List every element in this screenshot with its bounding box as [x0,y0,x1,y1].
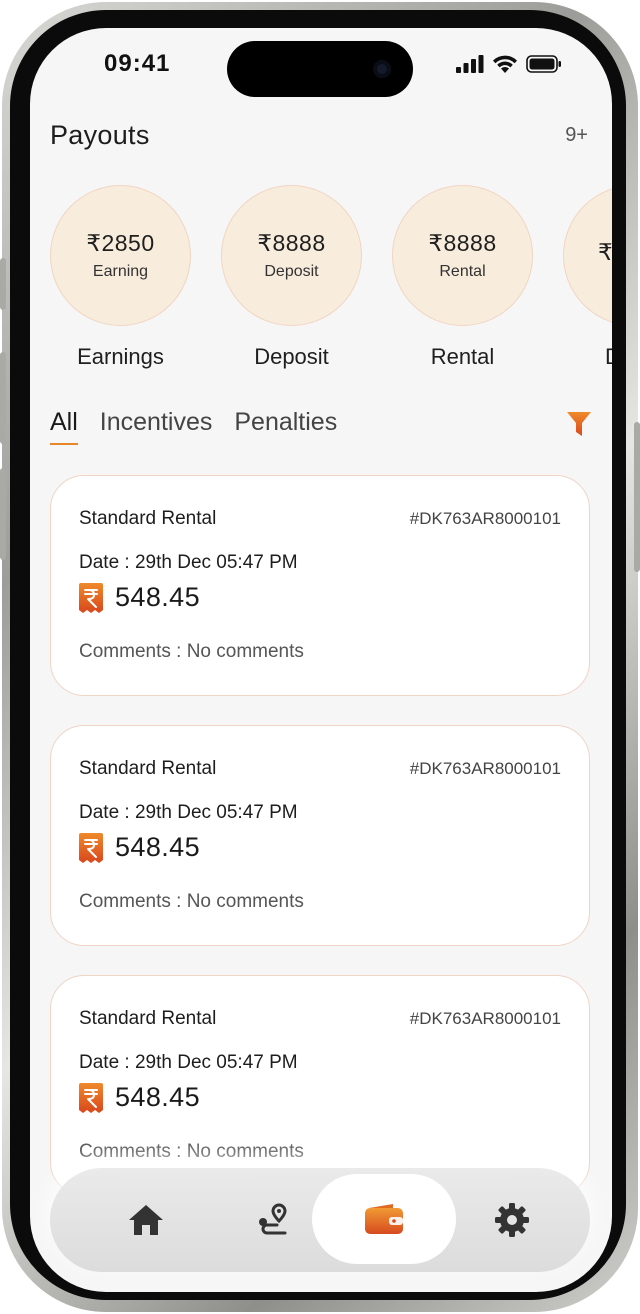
payout-date: Date : 29th Dec 05:47 PM [79,1052,298,1073]
payout-amount: 548.45 [115,582,200,612]
payout-comments: Comments : No comments [79,1141,304,1162]
signal-icon [456,54,484,73]
filter-icon[interactable] [566,410,592,438]
summary-amount: ₹ [598,239,612,265]
home-icon [129,1205,163,1235]
route-icon [259,1203,287,1235]
camera-icon [373,60,391,78]
summary-rental[interactable]: ₹8888 Rental Rental [392,185,533,370]
summary-deposit[interactable]: ₹8888 Deposit Deposit [221,185,362,370]
payout-title: Standard Rental [79,758,217,779]
summary-circle[interactable]: ₹ [563,185,612,326]
payout-comments: Comments : No comments [79,891,304,912]
payout-card[interactable]: Standard Rental #DK763AR8000101 Date : 2… [50,475,590,696]
summary-amount: ₹8888 [257,230,326,256]
payout-tabs: All Incentives Penalties [50,408,337,445]
summary-circle[interactable]: ₹8888 Deposit [221,185,362,326]
rupee-receipt-icon [79,1082,103,1113]
tab-penalties[interactable]: Penalties [234,408,337,443]
summary-sublabel: Deposit [264,263,319,280]
gear-icon [495,1203,529,1237]
screen: 09:41 Payouts 9+ ₹2850 Earning Earnings … [30,28,612,1292]
summary-circle[interactable]: ₹8888 Rental [392,185,533,326]
summary-sublabel: Rental [439,263,486,280]
summary-label: D [563,344,612,370]
tab-incentives[interactable]: Incentives [100,408,213,443]
notification-count[interactable]: 9+ [565,124,588,147]
payout-amount-row: 548.45 [79,832,200,863]
summary-sublabel: Earning [92,263,149,280]
summary-carousel[interactable]: ₹2850 Earning Earnings ₹8888 Deposit Dep… [50,185,612,370]
phone-side-button [0,352,6,444]
page-title: Payouts [50,120,150,150]
payout-comments: Comments : No comments [79,641,304,662]
payout-title: Standard Rental [79,508,217,529]
summary-label: Deposit [254,344,329,369]
nav-home[interactable] [82,1168,210,1272]
dynamic-island [227,41,413,97]
phone-side-button [634,422,640,572]
battery-icon [526,54,561,73]
nav-wallet[interactable] [312,1174,456,1264]
payout-amount: 548.45 [115,832,200,862]
summary-label: Rental [430,344,495,369]
summary-circle[interactable]: ₹2850 Earning [50,185,191,326]
payout-date: Date : 29th Dec 05:47 PM [79,552,298,573]
payout-amount-row: 548.45 [79,582,200,613]
payout-id: #DK763AR8000101 [409,509,561,528]
payout-title: Standard Rental [79,1008,217,1029]
tab-all[interactable]: All [50,408,78,445]
payout-amount-row: 548.45 [79,1082,200,1113]
bottom-nav [50,1168,590,1272]
phone-side-button [0,468,6,560]
summary-amount: ₹8888 [428,230,497,256]
rupee-receipt-icon [79,832,103,863]
payout-id: #DK763AR8000101 [409,1009,561,1028]
summary-partial[interactable]: ₹ D [563,185,612,370]
wallet-icon [365,1204,403,1234]
phone-side-button [0,258,6,310]
summary-label: Earnings [77,344,164,369]
nav-settings[interactable] [448,1168,576,1272]
payout-card[interactable]: Standard Rental #DK763AR8000101 Date : 2… [50,725,590,946]
summary-amount: ₹2850 [86,230,155,256]
summary-earnings[interactable]: ₹2850 Earning Earnings [50,185,191,370]
payout-card[interactable]: Standard Rental #DK763AR8000101 Date : 2… [50,975,590,1196]
payout-amount: 548.45 [115,1082,200,1112]
status-time: 09:41 [104,50,171,77]
payout-date: Date : 29th Dec 05:47 PM [79,802,298,823]
status-icons [456,54,562,73]
wifi-icon [493,55,517,73]
rupee-receipt-icon [79,582,103,613]
payout-id: #DK763AR8000101 [409,759,561,778]
